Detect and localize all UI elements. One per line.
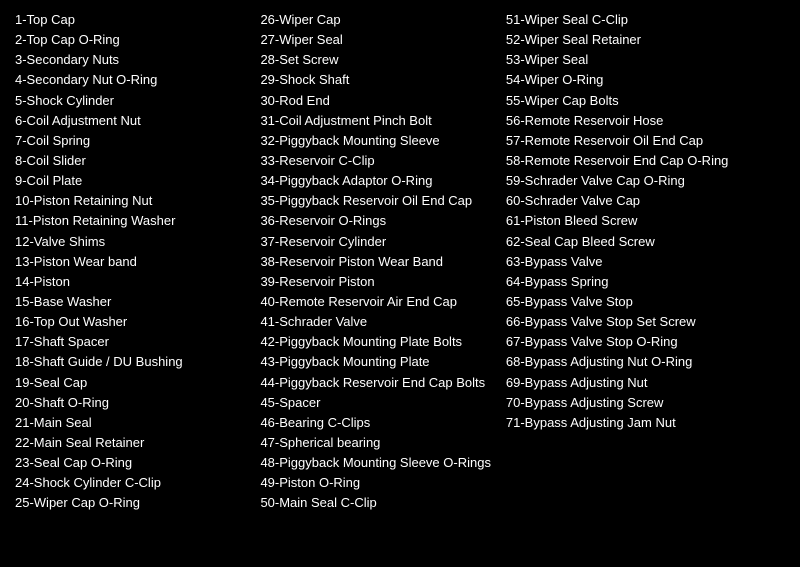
list-item: 39-Reservoir Piston [260,272,505,292]
list-item: 69-Bypass Adjusting Nut [506,373,785,393]
list-item: 45-Spacer [260,393,505,413]
list-item: 5-Shock Cylinder [15,91,260,111]
list-item: 31-Coil Adjustment Pinch Bolt [260,111,505,131]
list-item: 18-Shaft Guide / DU Bushing [15,352,260,372]
list-item: 16-Top Out Washer [15,312,260,332]
list-item: 33-Reservoir C-Clip [260,151,505,171]
list-item: 14-Piston [15,272,260,292]
list-item: 22-Main Seal Retainer [15,433,260,453]
column-1: 1-Top Cap2-Top Cap O-Ring3-Secondary Nut… [15,10,260,514]
list-item: 6-Coil Adjustment Nut [15,111,260,131]
list-item: 66-Bypass Valve Stop Set Screw [506,312,785,332]
list-item: 41-Schrader Valve [260,312,505,332]
list-item: 46-Bearing C-Clips [260,413,505,433]
list-item: 38-Reservoir Piston Wear Band [260,252,505,272]
list-item: 49-Piston O-Ring [260,473,505,493]
list-item: 62-Seal Cap Bleed Screw [506,232,785,252]
list-item: 50-Main Seal C-Clip [260,493,505,513]
list-item: 8-Coil Slider [15,151,260,171]
list-item: 25-Wiper Cap O-Ring [15,493,260,513]
list-item: 70-Bypass Adjusting Screw [506,393,785,413]
list-item: 61-Piston Bleed Screw [506,211,785,231]
list-item: 43-Piggyback Mounting Plate [260,352,505,372]
list-item: 58-Remote Reservoir End Cap O-Ring [506,151,785,171]
list-item: 2-Top Cap O-Ring [15,30,260,50]
column-2: 26-Wiper Cap27-Wiper Seal28-Set Screw29-… [260,10,505,514]
list-item: 11-Piston Retaining Washer [15,211,260,231]
list-item: 32-Piggyback Mounting Sleeve [260,131,505,151]
list-item: 21-Main Seal [15,413,260,433]
list-item: 42-Piggyback Mounting Plate Bolts [260,332,505,352]
list-item: 9-Coil Plate [15,171,260,191]
list-item: 12-Valve Shims [15,232,260,252]
list-item: 3-Secondary Nuts [15,50,260,70]
list-item: 36-Reservoir O-Rings [260,211,505,231]
list-item: 34-Piggyback Adaptor O-Ring [260,171,505,191]
list-item: 48-Piggyback Mounting Sleeve O-Rings [260,453,505,473]
list-item: 44-Piggyback Reservoir End Cap Bolts [260,373,505,393]
list-item: 20-Shaft O-Ring [15,393,260,413]
list-item: 15-Base Washer [15,292,260,312]
list-item: 71-Bypass Adjusting Jam Nut [506,413,785,433]
list-item: 54-Wiper O-Ring [506,70,785,90]
list-item: 40-Remote Reservoir Air End Cap [260,292,505,312]
list-item: 68-Bypass Adjusting Nut O-Ring [506,352,785,372]
list-item: 4-Secondary Nut O-Ring [15,70,260,90]
list-item: 63-Bypass Valve [506,252,785,272]
list-item: 47-Spherical bearing [260,433,505,453]
column-3: 51-Wiper Seal C-Clip52-Wiper Seal Retain… [506,10,785,514]
list-item: 56-Remote Reservoir Hose [506,111,785,131]
list-item: 53-Wiper Seal [506,50,785,70]
list-item: 30-Rod End [260,91,505,111]
list-item: 64-Bypass Spring [506,272,785,292]
list-item: 35-Piggyback Reservoir Oil End Cap [260,191,505,211]
list-item: 67-Bypass Valve Stop O-Ring [506,332,785,352]
list-item: 65-Bypass Valve Stop [506,292,785,312]
list-item: 29-Shock Shaft [260,70,505,90]
parts-list: 1-Top Cap2-Top Cap O-Ring3-Secondary Nut… [15,10,785,514]
list-item: 19-Seal Cap [15,373,260,393]
list-item: 27-Wiper Seal [260,30,505,50]
list-item: 24-Shock Cylinder C-Clip [15,473,260,493]
list-item: 13-Piston Wear band [15,252,260,272]
list-item: 37-Reservoir Cylinder [260,232,505,252]
list-item: 51-Wiper Seal C-Clip [506,10,785,30]
list-item: 60-Schrader Valve Cap [506,191,785,211]
list-item: 55-Wiper Cap Bolts [506,91,785,111]
list-item: 28-Set Screw [260,50,505,70]
list-item: 26-Wiper Cap [260,10,505,30]
list-item: 7-Coil Spring [15,131,260,151]
list-item: 10-Piston Retaining Nut [15,191,260,211]
list-item: 23-Seal Cap O-Ring [15,453,260,473]
list-item: 52-Wiper Seal Retainer [506,30,785,50]
list-item: 1-Top Cap [15,10,260,30]
list-item: 57-Remote Reservoir Oil End Cap [506,131,785,151]
list-item: 17-Shaft Spacer [15,332,260,352]
list-item: 59-Schrader Valve Cap O-Ring [506,171,785,191]
